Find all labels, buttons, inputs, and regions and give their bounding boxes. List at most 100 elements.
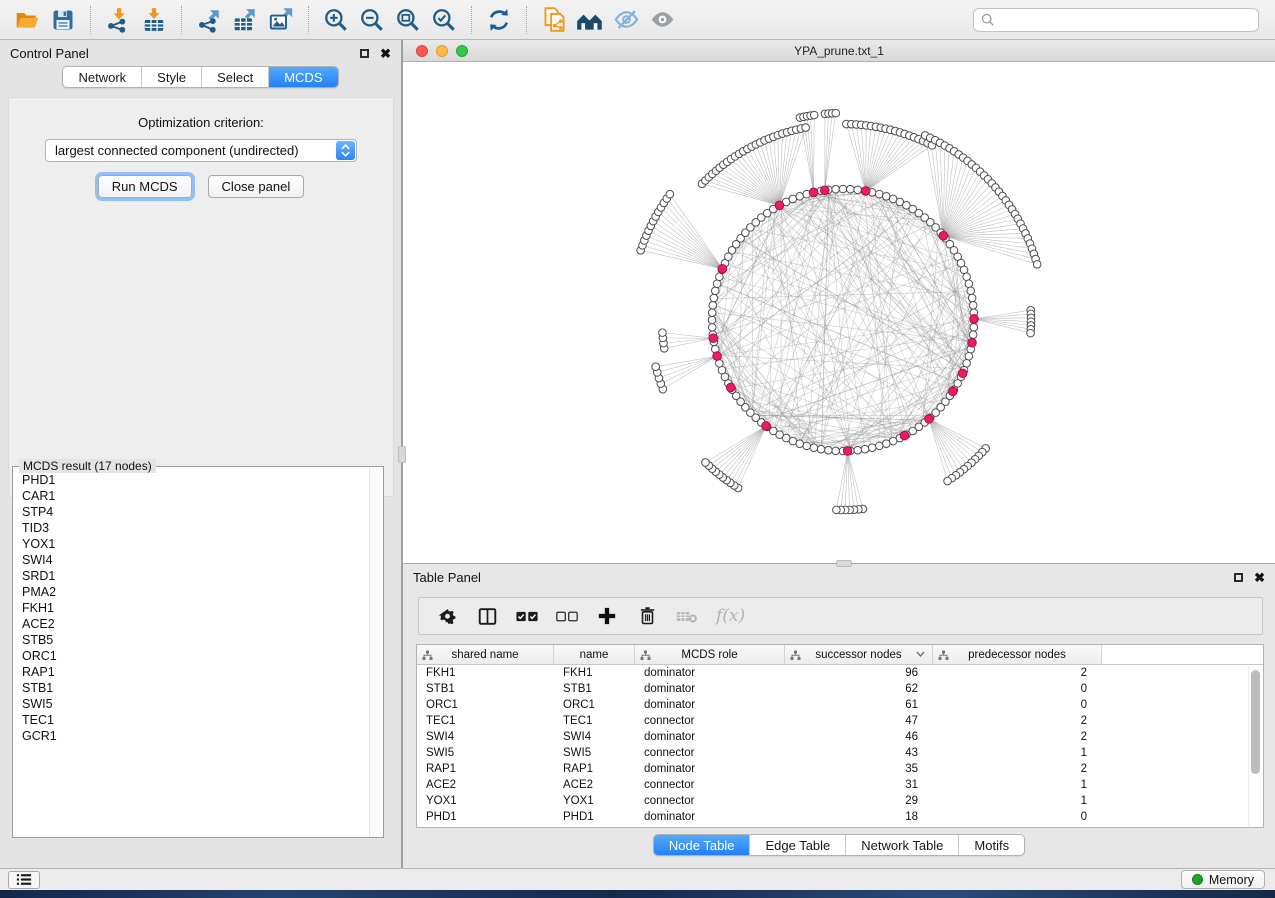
network-canvas[interactable] <box>403 62 1275 563</box>
table-cell: YOX1 <box>417 795 554 807</box>
table-row[interactable]: ORC1ORC1dominator610 <box>417 697 1263 713</box>
show-all-icon[interactable] <box>573 4 607 36</box>
table-cell: SWI4 <box>554 731 635 743</box>
mcds-result-item[interactable]: RAP1 <box>22 664 369 680</box>
mcds-result-item[interactable]: STP4 <box>22 504 369 520</box>
mcds-result-item[interactable]: STB5 <box>22 632 369 648</box>
tab-style[interactable]: Style <box>141 67 201 87</box>
table-row[interactable]: STB1STB1dominator620 <box>417 681 1263 697</box>
window-zoom-light[interactable] <box>456 45 468 57</box>
tab-network-table[interactable]: Network Table <box>845 835 958 855</box>
table-row[interactable]: FKH1FKH1dominator962 <box>417 665 1263 681</box>
toggle-column-view-icon[interactable] <box>476 605 498 627</box>
memory-button[interactable]: Memory <box>1181 870 1265 889</box>
mcds-list-scrollbar[interactable] <box>369 468 382 836</box>
mcds-result-item[interactable]: FKH1 <box>22 600 369 616</box>
tab-network[interactable]: Network <box>63 67 141 87</box>
table-row[interactable]: RAP1RAP1dominator352 <box>417 761 1263 777</box>
table-cell: 1 <box>933 779 1102 791</box>
open-session-icon[interactable] <box>10 4 44 36</box>
task-history-button[interactable] <box>8 871 40 889</box>
column-header-predecessor-nodes[interactable]: predecessor nodes <box>933 645 1102 664</box>
zoom-out-icon[interactable] <box>355 4 389 36</box>
tab-mcds[interactable]: MCDS <box>268 67 337 87</box>
mcds-result-item[interactable]: PHD1 <box>22 472 369 488</box>
close-panel-button[interactable]: Close panel <box>208 175 305 198</box>
mcds-result-item[interactable]: PMA2 <box>22 584 369 600</box>
float-table-panel-icon[interactable] <box>1234 573 1243 582</box>
table-cell: RAP1 <box>417 763 554 775</box>
window-close-light[interactable] <box>416 45 428 57</box>
vertical-splitter-grip[interactable] <box>398 446 406 463</box>
tab-edge-table[interactable]: Edge Table <box>749 835 845 855</box>
toolbar-separator <box>308 6 309 34</box>
deselect-all-rows-icon[interactable] <box>556 605 578 627</box>
table-settings-gear-icon[interactable] <box>436 605 458 627</box>
toolbar-separator <box>471 6 472 34</box>
zoom-fit-icon[interactable] <box>391 4 425 36</box>
column-header-shared-name[interactable]: shared name <box>417 645 554 664</box>
mcds-result-item[interactable]: CAR1 <box>22 488 369 504</box>
mcds-result-item[interactable]: ORC1 <box>22 648 369 664</box>
tab-node-table[interactable]: Node Table <box>654 835 750 855</box>
save-session-icon[interactable] <box>46 4 80 36</box>
table-scrollbar-thumb[interactable] <box>1251 670 1260 774</box>
mcds-result-item[interactable]: SWI5 <box>22 696 369 712</box>
export-table-icon[interactable] <box>228 4 262 36</box>
network-title-bar[interactable]: YPA_prune.txt_1 <box>403 40 1275 62</box>
mcds-result-item[interactable]: YOX1 <box>22 536 369 552</box>
show-hidden-icon[interactable] <box>645 4 679 36</box>
float-panel-icon[interactable] <box>360 49 369 58</box>
table-row[interactable]: ACE2ACE2connector311 <box>417 777 1263 793</box>
table-cell: ORC1 <box>417 699 554 711</box>
zoom-selected-icon[interactable] <box>427 4 461 36</box>
toolbar-separator <box>181 6 182 34</box>
tab-motifs[interactable]: Motifs <box>958 835 1024 855</box>
column-header-name[interactable]: name <box>554 645 635 664</box>
desktop-background <box>0 890 1275 898</box>
table-scrollbar[interactable] <box>1248 666 1262 826</box>
import-network-icon[interactable] <box>101 4 135 36</box>
export-network-icon[interactable] <box>192 4 226 36</box>
export-image-icon[interactable] <box>264 4 298 36</box>
tab-select[interactable]: Select <box>201 67 268 87</box>
hide-selected-icon[interactable] <box>609 4 643 36</box>
table-row[interactable]: SWI5SWI5connector431 <box>417 745 1263 761</box>
optimization-criterion-select[interactable]: largest connected component (undirected) <box>45 139 357 162</box>
network-graph[interactable] <box>403 62 1275 563</box>
apply-layout-icon[interactable] <box>482 4 516 36</box>
table-cell: connector <box>635 715 785 727</box>
search-input[interactable] <box>995 10 1258 30</box>
table-row[interactable]: PHD1PHD1dominator180 <box>417 809 1263 825</box>
close-panel-icon[interactable]: ✖ <box>380 47 391 60</box>
mcds-result-item[interactable]: STB1 <box>22 680 369 696</box>
column-header-MCDS-role[interactable]: MCDS role <box>635 645 785 664</box>
zoom-in-icon[interactable] <box>319 4 353 36</box>
add-column-icon[interactable] <box>596 605 618 627</box>
table-row[interactable]: SWI4SWI4dominator462 <box>417 729 1263 745</box>
import-table-icon[interactable] <box>137 4 171 36</box>
horizontal-splitter-grip[interactable] <box>836 560 852 567</box>
table-header: shared namenameMCDS rolesuccessor nodesp… <box>417 645 1263 665</box>
delete-column-icon[interactable] <box>636 605 658 627</box>
sort-chevron-icon[interactable] <box>916 651 925 657</box>
clone-network-icon[interactable] <box>537 4 571 36</box>
close-table-panel-icon[interactable]: ✖ <box>1254 571 1265 584</box>
table-row[interactable]: TEC1TEC1connector472 <box>417 713 1263 729</box>
mcds-result-item[interactable]: SWI4 <box>22 552 369 568</box>
mcds-result-item[interactable]: TID3 <box>22 520 369 536</box>
mcds-result-item[interactable]: SRD1 <box>22 568 369 584</box>
table-cell: SWI4 <box>417 731 554 743</box>
column-header-successor-nodes[interactable]: successor nodes <box>785 645 933 664</box>
table-cell: 62 <box>785 683 933 695</box>
window-minimize-light[interactable] <box>436 45 448 57</box>
select-all-rows-icon[interactable] <box>516 605 538 627</box>
mcds-result-group: MCDS result (17 nodes) PHD1CAR1STP4TID3Y… <box>12 466 384 838</box>
mcds-panel: Optimization criterion: largest connecte… <box>8 97 394 497</box>
mcds-result-item[interactable]: TEC1 <box>22 712 369 728</box>
table-row[interactable]: YOX1YOX1connector291 <box>417 793 1263 809</box>
mcds-result-item[interactable]: ACE2 <box>22 616 369 632</box>
main-toolbar <box>0 0 1275 40</box>
run-mcds-button[interactable]: Run MCDS <box>98 175 192 198</box>
mcds-result-item[interactable]: GCR1 <box>22 728 369 744</box>
